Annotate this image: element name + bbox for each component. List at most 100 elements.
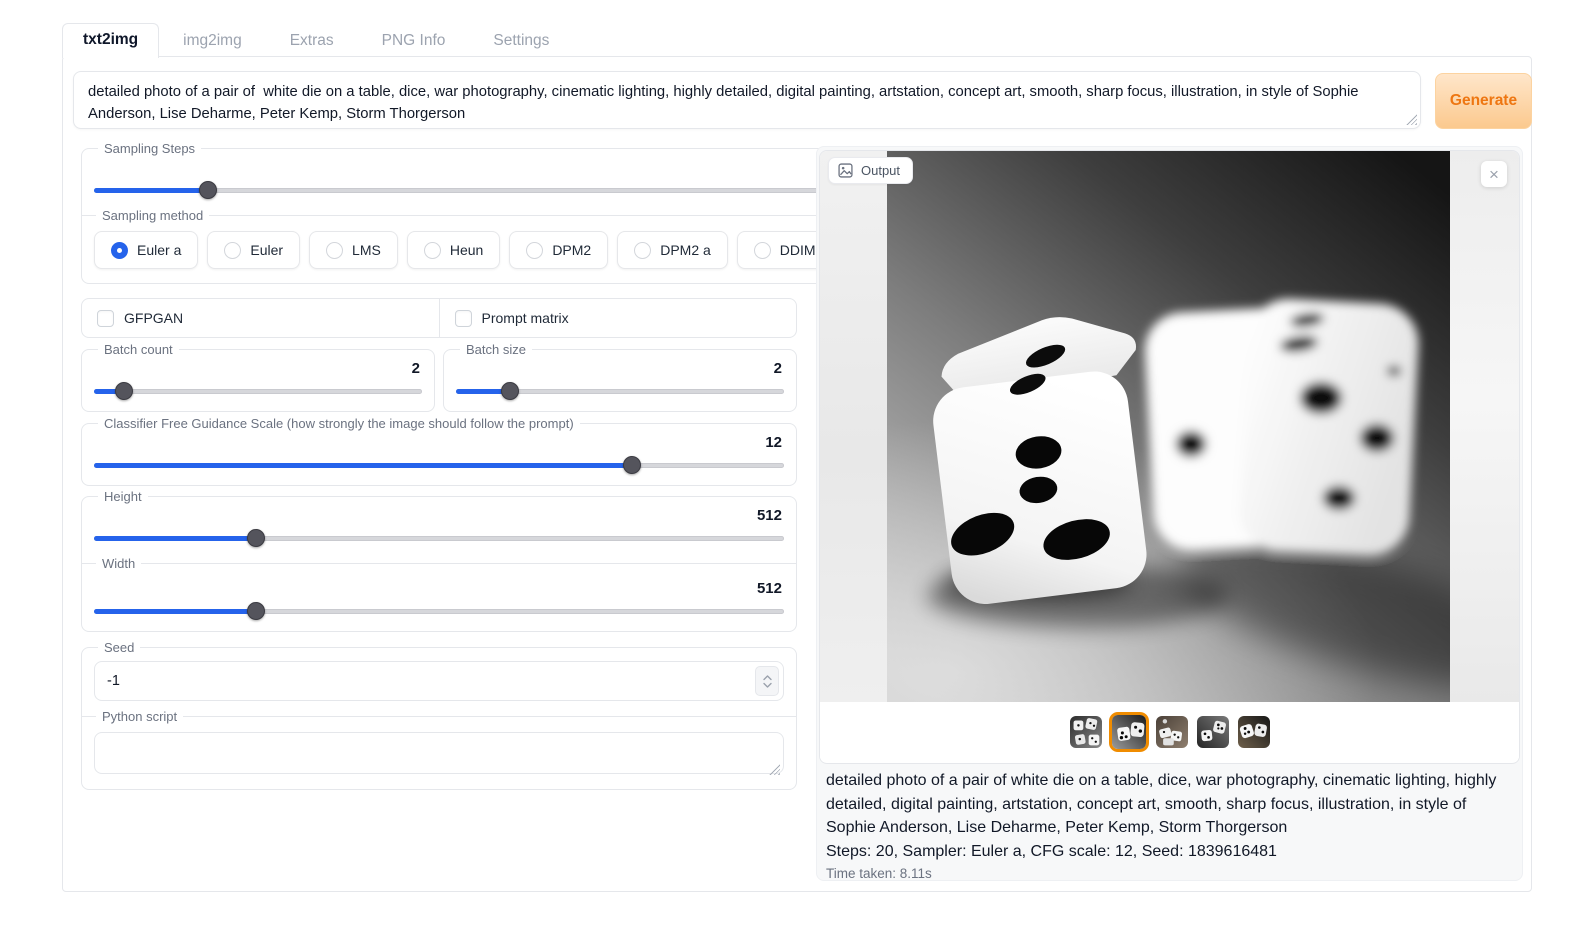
slider-handle[interactable]	[199, 181, 217, 199]
batch-row: Batch count 2 Batch size 2	[81, 342, 797, 412]
batch-count-group: Batch count 2	[81, 342, 435, 412]
prompt-matrix-label: Prompt matrix	[482, 310, 569, 326]
image-icon	[838, 163, 853, 178]
prompt-matrix-checkbox[interactable]	[455, 310, 472, 327]
radio-label: LMS	[352, 242, 381, 258]
slider-handle[interactable]	[623, 456, 641, 474]
width-label: Width	[82, 556, 796, 571]
radio-label: Euler	[250, 242, 283, 258]
generate-button[interactable]: Generate	[1435, 73, 1532, 129]
slider-handle[interactable]	[247, 602, 265, 620]
slider-fill	[94, 609, 256, 614]
slider-handle[interactable]	[247, 529, 265, 547]
batch-size-group: Batch size 2	[443, 342, 797, 412]
gallery-thumbnail-4[interactable]	[1195, 714, 1231, 750]
height-slider[interactable]	[94, 528, 784, 548]
seed-label: Seed	[98, 640, 140, 655]
radio-icon	[326, 242, 343, 259]
radio-icon	[754, 242, 771, 259]
tab-settings[interactable]: Settings	[469, 25, 573, 57]
radio-lms[interactable]: LMS	[309, 231, 398, 269]
output-panel: Output × detailed photo of a pair of whi…	[816, 146, 1523, 881]
radio-icon	[224, 242, 241, 259]
preview-backdrop-right	[1450, 151, 1519, 702]
caption-time: Time taken: 8.11s	[826, 866, 1512, 881]
chevron-down-icon	[763, 682, 772, 688]
prompt-matrix-checkbox-row[interactable]: Prompt matrix	[439, 299, 797, 337]
sampling-steps-value: 20	[94, 158, 940, 178]
slider-track	[94, 389, 422, 394]
slider-handle[interactable]	[501, 382, 519, 400]
batch-count-slider[interactable]	[94, 381, 422, 401]
gallery-card: Output ×	[819, 150, 1520, 764]
seed-stepper[interactable]	[755, 666, 779, 696]
slider-fill	[94, 536, 256, 541]
radio-icon	[424, 242, 441, 259]
radio-label: Heun	[450, 242, 483, 258]
gallery-thumbnails	[820, 702, 1519, 762]
output-label: Output	[861, 163, 900, 178]
settings-column: Sampling Steps 20 Sampling method Euler …	[81, 141, 797, 790]
slider-fill	[94, 188, 208, 193]
radio-label: DDIM	[780, 242, 816, 258]
main-card: detailed photo of a pair of white die on…	[62, 56, 1532, 892]
cfg-label: Classifier Free Guidance Scale (how stro…	[98, 416, 580, 431]
batch-size-slider[interactable]	[456, 381, 784, 401]
batch-count-label: Batch count	[98, 342, 179, 357]
radio-dpm2-a[interactable]: DPM2 a	[617, 231, 728, 269]
radio-label: DPM2 a	[660, 242, 711, 258]
preview-backdrop-left	[820, 151, 887, 702]
chevron-up-icon	[763, 675, 772, 681]
prompt-input[interactable]: detailed photo of a pair of white die on…	[73, 71, 1421, 129]
gallery-thumbnail-5[interactable]	[1236, 714, 1272, 750]
python-script-input[interactable]	[94, 732, 784, 774]
cfg-slider[interactable]	[94, 455, 784, 475]
sampling-steps-slider[interactable]	[94, 180, 940, 200]
tab-bar: txt2img img2img Extras PNG Info Settings	[62, 22, 573, 57]
gallery-preview	[820, 151, 1519, 702]
tab-png-info[interactable]: PNG Info	[358, 25, 470, 57]
seed-input-wrap	[94, 661, 784, 701]
seed-script-group: Seed Python script	[81, 640, 797, 790]
radio-icon	[111, 242, 128, 259]
cfg-value: 12	[94, 433, 784, 453]
radio-icon	[634, 242, 651, 259]
checkbox-group: GFPGAN Prompt matrix	[81, 298, 797, 338]
width-value: 512	[94, 579, 784, 599]
generated-image[interactable]	[887, 151, 1450, 702]
generation-info: detailed photo of a pair of white die on…	[826, 769, 1512, 881]
gallery-thumbnail-3[interactable]	[1154, 714, 1190, 750]
tab-txt2img[interactable]: txt2img	[62, 23, 159, 58]
gfpgan-checkbox-row[interactable]: GFPGAN	[82, 299, 439, 337]
tab-img2img[interactable]: img2img	[159, 25, 266, 57]
slider-track	[94, 188, 940, 193]
width-slider[interactable]	[94, 601, 784, 621]
slider-fill	[94, 463, 632, 468]
batch-size-value: 2	[456, 359, 784, 379]
slider-handle[interactable]	[115, 382, 133, 400]
caption-prompt: detailed photo of a pair of white die on…	[826, 769, 1512, 840]
caption-params: Steps: 20, Sampler: Euler a, CFG scale: …	[826, 840, 1512, 864]
seed-input[interactable]	[94, 661, 784, 701]
radio-dpm2[interactable]: DPM2	[509, 231, 608, 269]
height-value: 512	[94, 506, 784, 526]
gallery-thumbnail-1[interactable]	[1068, 714, 1104, 750]
sampling-steps-label: Sampling Steps	[98, 141, 201, 156]
gallery-thumbnail-2[interactable]	[1109, 712, 1149, 752]
python-script-wrap	[94, 732, 784, 779]
close-icon[interactable]: ×	[1481, 161, 1507, 187]
gfpgan-checkbox[interactable]	[97, 310, 114, 327]
radio-heun[interactable]: Heun	[407, 231, 500, 269]
sampling-method-options: Euler a Euler LMS Heun	[94, 231, 940, 269]
radio-euler[interactable]: Euler	[207, 231, 300, 269]
output-label-badge: Output	[828, 157, 913, 184]
cfg-group: Classifier Free Guidance Scale (how stro…	[81, 416, 797, 486]
height-label: Height	[98, 489, 148, 504]
python-script-label: Python script	[82, 709, 796, 724]
batch-count-value: 2	[94, 359, 422, 379]
radio-euler-a[interactable]: Euler a	[94, 231, 198, 269]
batch-size-label: Batch size	[460, 342, 532, 357]
tab-extras[interactable]: Extras	[266, 25, 358, 57]
gfpgan-label: GFPGAN	[124, 310, 183, 326]
radio-label: Euler a	[137, 242, 181, 258]
